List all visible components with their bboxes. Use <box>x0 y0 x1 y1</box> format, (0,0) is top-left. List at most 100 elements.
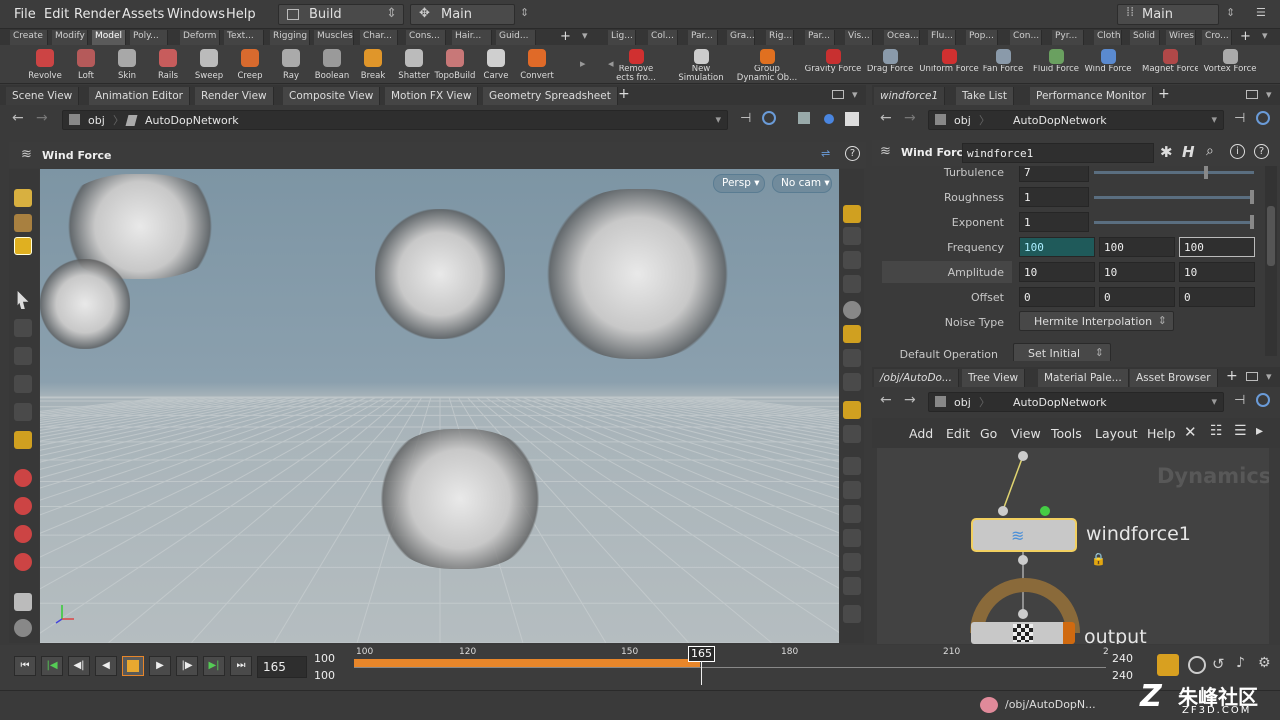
wireframe-icon[interactable] <box>843 301 861 319</box>
node-label[interactable]: windforce1 <box>1086 523 1191 545</box>
link-icon[interactable] <box>762 111 776 125</box>
shelf-tab-gra[interactable]: Gra... <box>727 30 755 45</box>
shelf-tab-wires[interactable]: Wires <box>1166 30 1196 45</box>
shelf-tab-muscles[interactable]: Muscles <box>314 30 354 45</box>
net-menu-add[interactable]: Add <box>909 426 933 441</box>
lock-icon[interactable] <box>843 251 861 269</box>
context-updown-icon[interactable]: ⇕ <box>520 6 529 19</box>
network-editor[interactable]: Dynamics ≋ windforce1 🔒 output <box>877 448 1269 644</box>
camera-icon[interactable] <box>843 401 861 419</box>
tab-scene-view[interactable]: Scene View <box>6 87 80 105</box>
back-arrow-icon[interactable]: ← <box>12 110 24 126</box>
add-tab-icon[interactable]: + <box>560 29 571 44</box>
path-field[interactable]: obj 〉 AutoDopNetwork ▾ <box>62 110 728 130</box>
shelf-tab-pyr[interactable]: Pyr... <box>1052 30 1084 45</box>
start-frame-field[interactable]: 100 <box>314 652 335 665</box>
magnet-grid-icon[interactable] <box>14 497 32 515</box>
next-key-icon[interactable]: |▶ <box>176 656 198 676</box>
timeline-track[interactable]: 100 120 150 165 180 210 2 <box>348 646 1109 685</box>
shelf-tab-cloth[interactable]: Cloth <box>1094 30 1122 45</box>
add-net-tab-icon[interactable]: + <box>1226 368 1238 384</box>
tool-dyn-10[interactable]: Vortex Force <box>1202 47 1258 83</box>
tool-dyn-2[interactable]: Group Dynamic Ob... <box>736 47 798 83</box>
shelf-tab-par2[interactable]: Par... <box>805 30 835 45</box>
display-eye-icon[interactable] <box>843 205 861 223</box>
brain-icon[interactable] <box>980 697 998 713</box>
node-input-connector[interactable] <box>998 506 1008 516</box>
magnet-prim-icon[interactable] <box>14 525 32 543</box>
add-tab-right-icon[interactable]: + <box>1240 29 1251 44</box>
net-menu-edit[interactable]: Edit <box>946 426 970 441</box>
edge-icon[interactable] <box>843 505 861 523</box>
tool-loft[interactable]: Loft <box>64 47 108 83</box>
shelf-tab-text[interactable]: Text... <box>224 30 264 45</box>
tool-boolean[interactable]: Boolean <box>310 47 354 83</box>
ghost-icon[interactable] <box>843 227 861 245</box>
path-root[interactable]: obj <box>88 114 105 127</box>
jump-start-icon[interactable]: ⏮ <box>14 656 36 676</box>
options-icon[interactable]: ☰ <box>1256 6 1266 19</box>
tab-render-view[interactable]: Render View <box>195 87 274 105</box>
tab-performance-monitor[interactable]: Performance Monitor <box>1030 87 1153 105</box>
maximize-pane-icon[interactable] <box>832 90 844 99</box>
scene-viewport[interactable]: Persp ▾ No cam ▾ <box>40 169 839 643</box>
play-icon[interactable]: ▶ <box>149 656 171 676</box>
menu-file[interactable]: File <box>14 7 36 22</box>
play-reverse-icon[interactable]: ◀ <box>95 656 117 676</box>
tab-animation-editor[interactable]: Animation Editor <box>89 87 190 105</box>
tab-material-palette[interactable]: Material Pale... <box>1038 369 1129 387</box>
param-path-root[interactable]: obj <box>954 114 971 127</box>
menu-help[interactable]: Help <box>226 7 256 22</box>
param-field[interactable]: 0 <box>1019 287 1095 307</box>
shelf-tab-guid[interactable]: Guid... <box>496 30 536 45</box>
shelf-tab-char[interactable]: Char... <box>360 30 398 45</box>
shelf-tab-col[interactable]: Col... <box>648 30 678 45</box>
magnet-point-icon[interactable] <box>14 553 32 571</box>
path-node[interactable]: AutoDopNetwork <box>145 114 239 127</box>
number-icon[interactable] <box>843 529 861 547</box>
menu-edit[interactable]: Edit <box>44 7 69 22</box>
end-frame-field[interactable]: 100 <box>314 669 335 682</box>
tool-ray[interactable]: Ray <box>269 47 313 83</box>
frame-icon[interactable] <box>843 605 861 623</box>
step-start-icon[interactable]: |◀ <box>41 656 63 676</box>
shelf-tab-deform[interactable]: Deform <box>180 30 220 45</box>
node-name-field[interactable]: windforce1 <box>962 143 1154 163</box>
shelf-tab-pop[interactable]: Pop... <box>966 30 998 45</box>
vector-icon[interactable] <box>843 577 861 595</box>
param-field[interactable]: 100 <box>1019 237 1095 257</box>
param-link-icon[interactable] <box>1256 111 1270 125</box>
visibility-icon[interactable] <box>843 275 861 293</box>
param-slider[interactable] <box>1094 171 1254 174</box>
noise-type-dropdown[interactable]: Hermite Interpolation ⇕ <box>1019 311 1174 331</box>
param-field[interactable]: 100 <box>1179 237 1255 257</box>
sphere-icon[interactable] <box>824 114 834 124</box>
tab-network[interactable]: /obj/AutoDo... <box>874 369 959 387</box>
gear-icon[interactable]: ✱ <box>1160 143 1173 161</box>
tool-dyn-3[interactable]: Gravity Force <box>804 47 862 83</box>
shelf-tab-model[interactable]: Model <box>92 30 126 45</box>
net-path-root[interactable]: obj <box>954 396 971 409</box>
param-slider[interactable] <box>1094 221 1254 224</box>
shelf-tab-rigging[interactable]: Rigging <box>270 30 310 45</box>
param-forward-icon[interactable]: → <box>904 110 916 126</box>
more-icon[interactable]: ▸ <box>1256 423 1263 439</box>
output-label[interactable]: output <box>1084 626 1147 644</box>
rotate-icon[interactable] <box>14 347 32 365</box>
tool-rails[interactable]: Rails <box>146 47 190 83</box>
persp-menu[interactable]: Persp ▾ <box>713 174 765 193</box>
net-path-node[interactable]: AutoDopNetwork <box>1013 396 1107 409</box>
person-icon[interactable] <box>843 349 861 367</box>
arrow-select-icon[interactable] <box>17 291 29 309</box>
scroll-thumb[interactable] <box>1267 206 1275 266</box>
net-back-icon[interactable]: ← <box>880 392 892 408</box>
shelf-tab-flu[interactable]: Flu... <box>928 30 956 45</box>
realtime-icon[interactable] <box>1188 656 1206 674</box>
tool-skin[interactable]: Skin <box>105 47 149 83</box>
camera-menu[interactable]: No cam ▾ <box>772 174 832 193</box>
param-field[interactable]: 0 <box>1179 287 1255 307</box>
node-input-green-connector[interactable] <box>1040 506 1050 516</box>
brush-icon[interactable] <box>14 593 32 611</box>
playhead[interactable]: 165 <box>688 646 715 662</box>
param-field[interactable]: 0 <box>1099 287 1175 307</box>
